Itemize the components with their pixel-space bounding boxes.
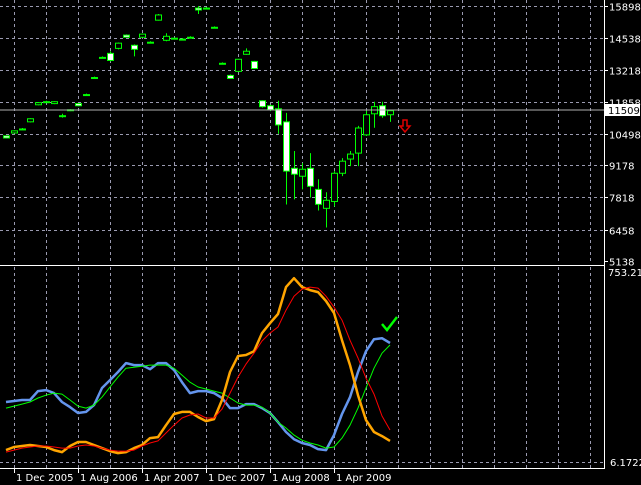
- candle-bear: [195, 7, 202, 11]
- candle-bull: [363, 114, 370, 136]
- candle-bull: [35, 102, 42, 106]
- candle-bear: [107, 52, 114, 61]
- time-tick-label: 1 Dec 2005: [16, 473, 74, 484]
- price-tick-label: 15898: [609, 3, 641, 14]
- indicator-line-blue: [5, 336, 391, 452]
- current-price-label: 11509: [608, 106, 640, 117]
- price-tick-label: 14538: [609, 35, 641, 46]
- candle-bear: [267, 105, 274, 111]
- candle-bull: [339, 160, 346, 174]
- candle-bull: [219, 62, 226, 65]
- candle-bear: [283, 121, 290, 172]
- candle-bear: [3, 135, 10, 139]
- candle-bear: [275, 108, 282, 126]
- price-axis[interactable]: 1589814538132181185810498917878186458513…: [604, 3, 641, 269]
- candle-bull: [299, 168, 306, 177]
- candle-bear: [315, 188, 322, 205]
- candle-bear: [131, 44, 138, 50]
- time-tick-label: 1 Apr 2009: [336, 473, 391, 484]
- candle-bear: [179, 38, 186, 41]
- candle-bull: [243, 50, 250, 55]
- candle-bear: [123, 34, 130, 38]
- candle-bull: [19, 128, 26, 131]
- candle-bear: [307, 167, 314, 187]
- candle-bull: [347, 153, 354, 160]
- time-tick-label: 1 Aug 2006: [80, 473, 138, 484]
- price-tick-label: 9178: [609, 162, 634, 173]
- candle-bull: [155, 14, 162, 21]
- check-mark-icon: [381, 316, 398, 332]
- price-tick-label: 5138: [609, 258, 634, 269]
- candle-bear: [291, 167, 298, 175]
- candle-bear: [75, 103, 82, 107]
- sell-arrow-icon: [398, 119, 412, 134]
- candle-bull: [51, 101, 58, 105]
- candle-bear: [379, 105, 386, 117]
- candle-bull: [27, 118, 34, 123]
- candle-bear: [251, 60, 258, 70]
- grid: [0, 0, 604, 468]
- candle-bull: [115, 42, 122, 49]
- candle-bear: [227, 74, 234, 79]
- candle-bull: [163, 35, 170, 41]
- time-tick-label: 1 Dec 2007: [208, 473, 266, 484]
- candle-bull: [323, 199, 330, 209]
- indicator-axis-max: 753.217: [608, 268, 641, 279]
- candle-bull: [147, 41, 154, 44]
- price-tick-label: 10498: [609, 131, 641, 142]
- time-tick-label: 1 Aug 2008: [272, 473, 330, 484]
- candle-bull: [83, 94, 90, 97]
- price-tick-label: 6458: [609, 227, 634, 238]
- candle-bull: [203, 7, 210, 10]
- price-tick-label: 7818: [609, 194, 634, 205]
- candle-bull: [171, 37, 178, 40]
- candle-bull: [59, 115, 66, 118]
- candle-bull: [139, 33, 146, 38]
- candle-bull: [355, 127, 362, 154]
- candle-bull: [91, 77, 98, 80]
- time-tick-label: 1 Apr 2007: [144, 473, 199, 484]
- candle-bull: [99, 56, 106, 59]
- candle-bull: [43, 101, 50, 104]
- current-price-badge: 11509: [605, 104, 640, 117]
- candle-bull: [387, 110, 394, 116]
- candle-bear: [259, 100, 266, 108]
- candle-bull: [11, 130, 18, 134]
- candle-bull: [187, 36, 194, 39]
- indicator-axis-min: 6.1722: [610, 458, 641, 469]
- candle-bull: [331, 172, 338, 202]
- time-axis[interactable]: 1 Dec 2005 1 Aug 2006 1 Apr 2007 1 Dec 2007…: [14, 469, 392, 484]
- indicator-lines: [5, 276, 391, 455]
- candle-bull: [211, 26, 218, 29]
- candle-bull: [235, 58, 242, 72]
- indicator-line-green: [5, 344, 391, 449]
- price-tick-label: 13218: [609, 67, 641, 78]
- trading-chart[interactable]: 1589814538132181185810498917878186458513…: [0, 0, 641, 485]
